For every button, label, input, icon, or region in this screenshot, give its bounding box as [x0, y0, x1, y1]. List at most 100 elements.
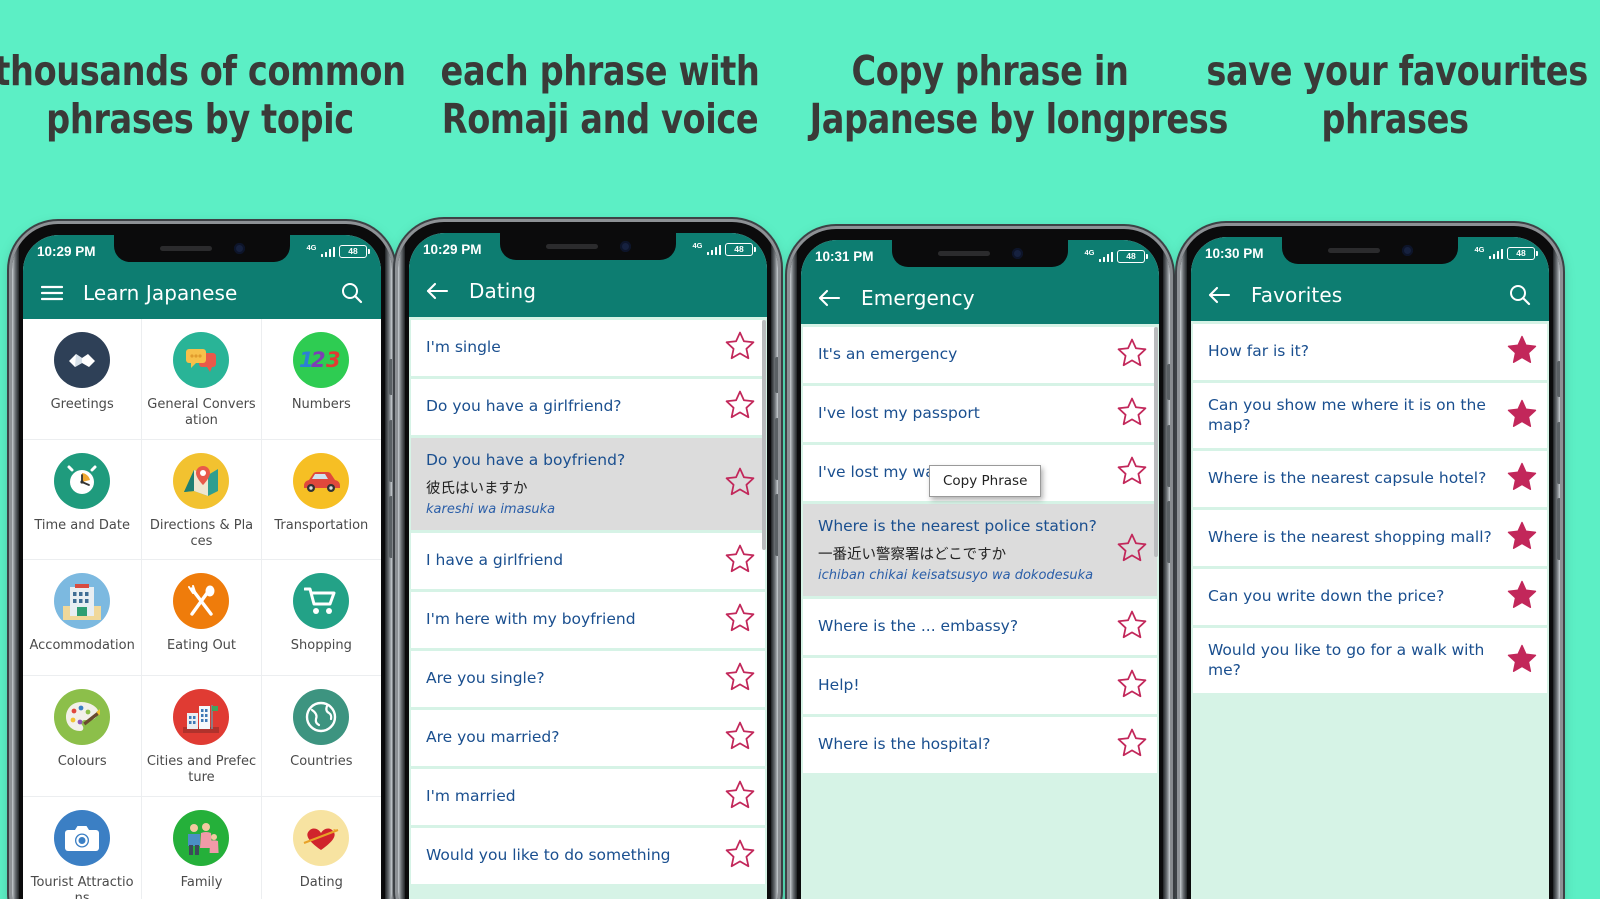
star-filled-icon[interactable]	[1507, 335, 1537, 369]
scrollbar[interactable]	[1154, 327, 1158, 557]
category-cell[interactable]: Tourist Attractions	[23, 797, 143, 899]
category-cell[interactable]: Eating Out	[142, 560, 262, 677]
category-cell[interactable]: 1 2 3 Numbers	[261, 319, 381, 440]
star-outline-icon[interactable]	[1117, 338, 1147, 372]
phrase-row[interactable]: Can you show me where it is on the map?	[1193, 383, 1547, 449]
back-arrow-icon[interactable]	[425, 278, 451, 304]
star-outline-icon[interactable]	[725, 662, 755, 696]
star-filled-icon[interactable]	[1507, 580, 1537, 614]
category-label: Cities and Prefecture	[146, 754, 257, 786]
star-outline-icon[interactable]	[725, 544, 755, 578]
category-cell[interactable]: Greetings	[23, 319, 143, 440]
phrase-list[interactable]: How far is it? Can you show me where it i…	[1191, 321, 1549, 899]
category-cell[interactable]: Cities and Prefecture	[142, 676, 262, 798]
star-outline-icon[interactable]	[725, 839, 755, 873]
phrase-row[interactable]: Where is the hospital?	[803, 716, 1157, 773]
app-bar-favorites: Favorites	[1191, 269, 1549, 321]
notch	[1282, 237, 1458, 264]
earpiece-speaker-icon	[159, 246, 212, 251]
phrase-row[interactable]: Would you like to do something	[411, 827, 765, 884]
phrase-english: Where is the nearest capsule hotel?	[1208, 469, 1487, 488]
phrase-row[interactable]: I have a girlfriend	[411, 532, 765, 589]
star-outline-icon[interactable]	[1117, 533, 1147, 567]
phrase-row[interactable]: I'm married	[411, 768, 765, 825]
phrase-list[interactable]: I'm single Do you have a girlfriend? Do yo…	[409, 317, 767, 899]
phrase-row[interactable]: Would you like to go for a walk with me?	[1193, 628, 1547, 694]
phrase-row[interactable]: I've lost my passport	[803, 386, 1157, 442]
phrase-row[interactable]: Help!	[803, 657, 1157, 714]
category-cell[interactable]: Shopping	[261, 560, 381, 677]
phrase-list[interactable]: Copy Phrase It's an emergency I've lost m…	[801, 324, 1159, 899]
category-cell[interactable]: Family	[142, 797, 262, 899]
phrase-row[interactable]: How far is it?	[1193, 324, 1547, 380]
category-cell[interactable]: Accommodation	[23, 560, 143, 677]
star-outline-icon[interactable]	[725, 780, 755, 814]
network-type-label: 4G	[306, 242, 317, 252]
search-icon[interactable]	[1507, 282, 1533, 308]
star-outline-icon[interactable]	[725, 603, 755, 637]
phrase-japanese: 一番近い警察署はどこですか	[818, 546, 1007, 563]
phrase-row[interactable]: Do you have a boyfriend? 彼氏はいますか kareshi w…	[411, 438, 765, 530]
star-outline-icon[interactable]	[725, 467, 755, 501]
phrase-row[interactable]: Are you married?	[411, 709, 765, 766]
phrase-english: Are you single?	[426, 668, 545, 687]
copy-phrase-context-menu[interactable]: Copy Phrase	[929, 465, 1042, 497]
scrollbar[interactable]	[762, 320, 766, 550]
category-label: General Conversation	[147, 397, 256, 428]
star-filled-icon[interactable]	[1507, 521, 1537, 555]
star-filled-icon[interactable]	[1507, 462, 1537, 496]
phrase-row[interactable]: Where is the nearest capsule hotel?	[1193, 451, 1547, 508]
phrase-row[interactable]: Where is the nearest shopping mall?	[1193, 510, 1547, 567]
category-cell[interactable]: Time and Date	[23, 439, 143, 561]
phrase-english: Help!	[818, 675, 860, 694]
star-outline-icon[interactable]	[1117, 728, 1147, 762]
phrase-english: I'm single	[426, 338, 501, 357]
phrase-row[interactable]: It's an emergency	[803, 327, 1157, 383]
phrase-row[interactable]: Do you have a girlfriend?	[411, 379, 765, 435]
status-bar: 10:29 PM 4G 48	[409, 233, 767, 265]
phrase-english: Where is the ... embassy?	[818, 616, 1019, 635]
phrase-row[interactable]: I'm single	[411, 320, 765, 376]
category-cell[interactable]: Colours	[23, 676, 143, 798]
back-arrow-icon[interactable]	[817, 285, 843, 311]
star-outline-icon[interactable]	[725, 331, 755, 365]
network-type-label: 4G	[1474, 244, 1485, 254]
search-icon[interactable]	[339, 280, 365, 306]
star-outline-icon[interactable]	[725, 721, 755, 755]
phrase-row[interactable]: Can you write down the price?	[1193, 569, 1547, 626]
category-cell[interactable]: Dating	[262, 797, 381, 899]
status-indicators: 4G 48	[1474, 244, 1538, 260]
category-cell[interactable]: Transportation	[261, 440, 381, 561]
phrase-english: Do you have a boyfriend?	[426, 451, 626, 469]
star-outline-icon[interactable]	[725, 390, 755, 424]
category-label: Dating	[299, 875, 343, 891]
phrase-japanese: 彼氏はいますか	[426, 480, 528, 497]
phrase-row[interactable]: Where is the ... embassy?	[803, 598, 1157, 655]
phrase-row[interactable]: Are you single?	[411, 650, 765, 707]
phone-mockup-dating: 10:29 PM 4G 48 Dating I'm single Do you …	[398, 222, 778, 899]
phrase-row[interactable]: I'm here with my boyfriend	[411, 591, 765, 648]
status-time: 10:31 PM	[815, 248, 874, 264]
star-filled-icon[interactable]	[1507, 399, 1537, 433]
phone-side-button	[1167, 501, 1170, 563]
hamburger-menu-icon[interactable]	[39, 280, 65, 306]
category-cell[interactable]: Countries	[261, 676, 381, 798]
phone-mockup-home: 10:29 PM 4G 48 Learn Japanese Greetings …	[12, 224, 392, 899]
star-outline-icon[interactable]	[1117, 669, 1147, 703]
phrase-row[interactable]: Where is the nearest police station? 一番近い…	[803, 504, 1157, 596]
shopping-cart-icon	[293, 573, 350, 630]
app-bar-home: Learn Japanese	[23, 267, 381, 319]
status-bar: 10:31 PM 4G 48	[801, 240, 1159, 272]
back-arrow-icon[interactable]	[1207, 282, 1233, 308]
status-time: 10:29 PM	[37, 243, 96, 259]
promo-banner: thousands of common phrases by topic eac…	[0, 0, 1600, 899]
headline-2-line2: Romaji and voice	[441, 94, 759, 143]
phrase-english: Where is the nearest shopping mall?	[1208, 528, 1492, 547]
category-cell[interactable]: General Conversation	[142, 319, 262, 440]
category-cell[interactable]: Directions & Places	[142, 439, 262, 561]
signal-bars-icon	[706, 244, 721, 255]
star-outline-icon[interactable]	[1117, 397, 1147, 431]
star-outline-icon[interactable]	[1117, 456, 1147, 490]
star-filled-icon[interactable]	[1507, 644, 1537, 678]
star-outline-icon[interactable]	[1117, 610, 1147, 644]
